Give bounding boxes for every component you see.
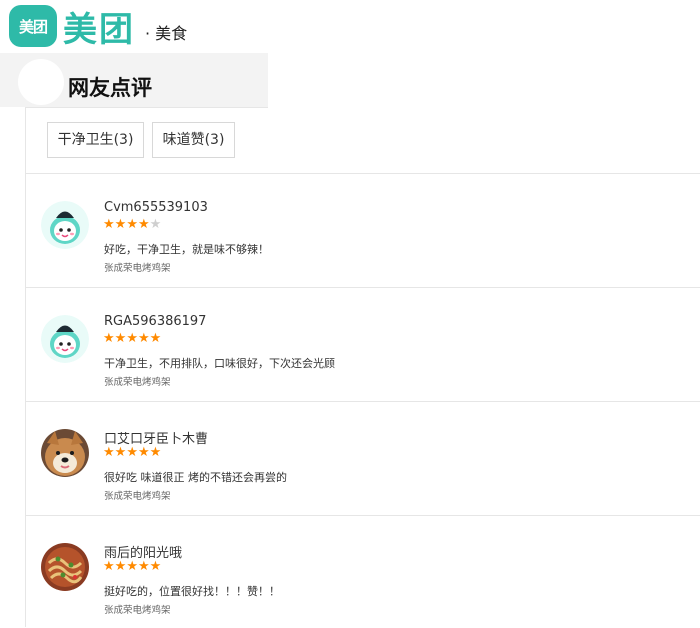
star-icon: ★ bbox=[149, 559, 162, 574]
meituan-logo-icon[interactable]: 美团 bbox=[9, 5, 57, 47]
logo-badge-text: 美团 bbox=[18, 18, 48, 36]
star-icon: ★ bbox=[103, 331, 115, 346]
review-item: RGA596386197 ★★★★★ 干净卫生，不用排队，口味很好，下次还会光顾… bbox=[0, 288, 700, 400]
star-icon: ★ bbox=[137, 217, 150, 232]
rating-stars: ★★★★★ bbox=[103, 559, 161, 574]
review-comment: 干净卫生，不用排队，口味很好，下次还会光顾 bbox=[104, 357, 335, 370]
rating-stars: ★★★★★ bbox=[103, 445, 161, 460]
star-icon: ★ bbox=[114, 217, 127, 232]
rating-stars: ★★★★★ bbox=[103, 331, 161, 346]
panel-border-top bbox=[25, 107, 268, 108]
star-icon: ★ bbox=[126, 559, 138, 574]
star-icon: ★ bbox=[126, 331, 138, 346]
star-icon: ★ bbox=[137, 559, 150, 574]
star-icon: ★ bbox=[149, 445, 162, 460]
star-empty-icon: ★ bbox=[149, 217, 162, 232]
dog-photo-avatar[interactable] bbox=[41, 429, 89, 477]
star-icon: ★ bbox=[149, 331, 162, 346]
filter-tag-tasty[interactable]: 味道赞(3) bbox=[152, 122, 235, 158]
star-icon: ★ bbox=[103, 445, 115, 460]
mascot-avatar[interactable] bbox=[41, 315, 89, 363]
review-item: Cvm655539103 ★★★★★ 好吃，干净卫生，就是味不够辣！ 张成荣电烤… bbox=[0, 174, 700, 286]
star-icon: ★ bbox=[103, 559, 115, 574]
food-photo-avatar[interactable] bbox=[41, 543, 89, 591]
star-icon: ★ bbox=[126, 445, 138, 460]
review-shop-name[interactable]: 张成荣电烤鸡架 bbox=[104, 374, 171, 388]
star-icon: ★ bbox=[114, 331, 127, 346]
review-comment: 很好吃 味道很正 烤的不错还会再尝的 bbox=[104, 471, 287, 484]
breadcrumb[interactable]: · 美食 bbox=[145, 20, 187, 44]
star-icon: ★ bbox=[137, 331, 150, 346]
header: 美团 美团 · 美食 bbox=[0, 0, 700, 54]
section-title: 网友点评 bbox=[68, 76, 152, 100]
filter-tag-clean[interactable]: 干净卫生(3) bbox=[47, 122, 144, 158]
star-icon: ★ bbox=[114, 445, 127, 460]
review-shop-name[interactable]: 张成荣电烤鸡架 bbox=[104, 488, 171, 502]
review-username: Cvm655539103 bbox=[104, 200, 208, 215]
mascot-avatar[interactable] bbox=[41, 201, 89, 249]
star-icon: ★ bbox=[137, 445, 150, 460]
review-comment: 好吃，干净卫生，就是味不够辣！ bbox=[104, 243, 269, 256]
review-item: 雨后的阳光哦 ★★★★★ 挺好吃的，位置很好找！！！赞！！ 张成荣电烤鸡架 bbox=[0, 516, 700, 628]
review-username: RGA596386197 bbox=[104, 314, 207, 329]
rating-stars: ★★★★★ bbox=[103, 217, 161, 232]
review-shop-name[interactable]: 张成荣电烤鸡架 bbox=[104, 260, 171, 274]
review-comment: 挺好吃的，位置很好找！！！赞！！ bbox=[104, 585, 280, 598]
review-shop-name[interactable]: 张成荣电烤鸡架 bbox=[104, 602, 171, 616]
logo-text[interactable]: 美团 bbox=[63, 2, 135, 51]
star-icon: ★ bbox=[114, 559, 127, 574]
star-icon: ★ bbox=[126, 217, 138, 232]
review-item: 口艾口牙臣卜木曹 ★★★★★ 很好吃 味道很正 烤的不错还会再尝的 张成荣电烤鸡… bbox=[0, 402, 700, 514]
star-icon: ★ bbox=[103, 217, 115, 232]
